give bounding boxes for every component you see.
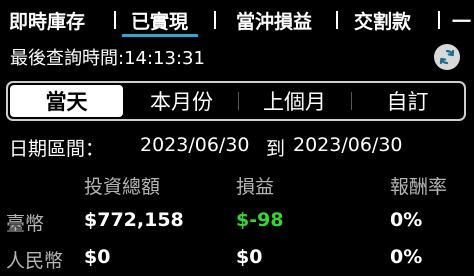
tab-settlement[interactable]: 交割款: [354, 7, 411, 34]
last-query-time: 最後查詢時間:14:13:31: [10, 44, 205, 69]
tab-separator: [336, 11, 338, 29]
row-return-cny: 0%: [390, 246, 423, 268]
refresh-button[interactable]: [434, 44, 460, 70]
header-investment: 投資總額: [84, 176, 161, 198]
tab-daytrade-pnl[interactable]: 當沖損益: [236, 7, 312, 34]
row-investment-twd: $772,158: [84, 209, 184, 231]
tab-realized[interactable]: 已實現: [131, 7, 188, 34]
segment-last-month[interactable]: 上個月: [238, 83, 351, 119]
date-range-connector: 到: [266, 138, 286, 160]
tab-separator: [438, 11, 440, 29]
tab-inventory[interactable]: 即時庫存: [9, 7, 85, 34]
query-time-value: 14:13:31: [124, 48, 205, 69]
row-return-twd: 0%: [390, 209, 423, 231]
active-tab-indicator: [122, 34, 198, 37]
segment-custom[interactable]: 自訂: [351, 83, 464, 119]
segment-this-month[interactable]: 本月份: [125, 83, 238, 119]
row-currency-twd: 臺幣: [6, 213, 45, 235]
date-range-start: 2023/06/30: [140, 134, 250, 156]
date-range-end: 2023/06/30: [293, 134, 403, 156]
top-tab-bar: 即時庫存 已實現 當沖損益 交割款 一: [0, 0, 474, 40]
row-profit-twd: $-98: [236, 209, 284, 231]
date-range-label: 日期區間：: [9, 138, 105, 160]
query-time-label: 最後查詢時間:: [10, 48, 125, 69]
segment-today[interactable]: 當天: [10, 85, 123, 117]
period-segmented-control: 當天 本月份 上個月 自訂: [6, 81, 466, 121]
row-investment-cny: $0: [84, 246, 111, 268]
refresh-icon: [439, 49, 455, 65]
row-currency-cny: 人民幣: [6, 250, 64, 272]
row-profit-cny: $0: [236, 246, 263, 268]
tab-separator: [214, 11, 216, 29]
header-profit: 損益: [236, 176, 275, 198]
tab-more[interactable]: 一: [452, 7, 471, 34]
tab-separator: [114, 11, 116, 29]
header-return: 報酬率: [390, 176, 448, 198]
